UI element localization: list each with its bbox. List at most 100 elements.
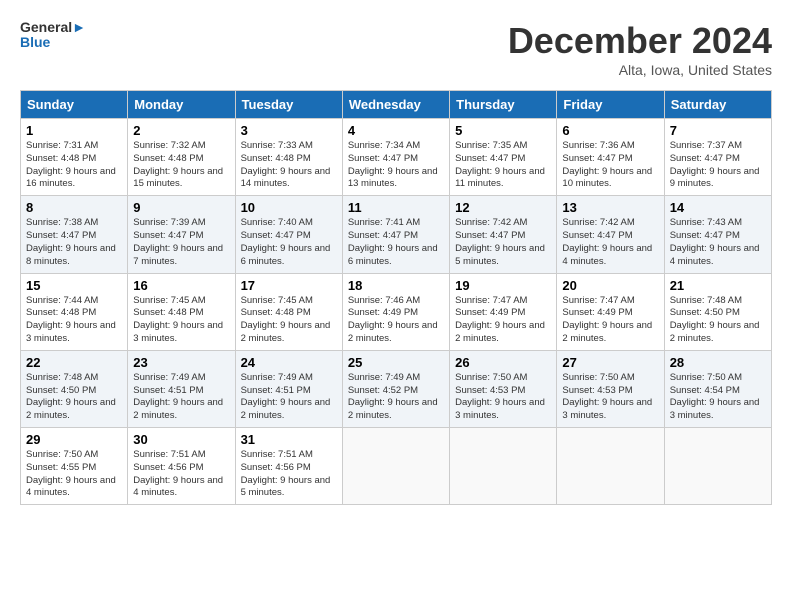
day-info: Sunrise: 7:49 AM Sunset: 4:51 PM Dayligh… — [133, 372, 229, 423]
table-row: 26 Sunrise: 7:50 AM Sunset: 4:53 PM Dayl… — [450, 350, 557, 427]
table-row: 3 Sunrise: 7:33 AM Sunset: 4:48 PM Dayli… — [235, 119, 342, 196]
table-row: 31 Sunrise: 7:51 AM Sunset: 4:56 PM Dayl… — [235, 428, 342, 505]
table-row: 21 Sunrise: 7:48 AM Sunset: 4:50 PM Dayl… — [664, 273, 771, 350]
calendar-table: Sunday Monday Tuesday Wednesday Thursday… — [20, 90, 772, 505]
table-row: 15 Sunrise: 7:44 AM Sunset: 4:48 PM Dayl… — [21, 273, 128, 350]
table-row: 11 Sunrise: 7:41 AM Sunset: 4:47 PM Dayl… — [342, 196, 449, 273]
table-row: 27 Sunrise: 7:50 AM Sunset: 4:53 PM Dayl… — [557, 350, 664, 427]
col-sunday: Sunday — [21, 91, 128, 119]
day-number: 22 — [26, 355, 122, 370]
day-number: 24 — [241, 355, 337, 370]
logo: General► Blue — [20, 20, 86, 51]
day-number: 1 — [26, 123, 122, 138]
day-number: 13 — [562, 200, 658, 215]
table-row — [342, 428, 449, 505]
day-info: Sunrise: 7:42 AM Sunset: 4:47 PM Dayligh… — [562, 217, 658, 268]
day-number: 7 — [670, 123, 766, 138]
day-number: 23 — [133, 355, 229, 370]
day-info: Sunrise: 7:51 AM Sunset: 4:56 PM Dayligh… — [241, 449, 337, 500]
table-row: 14 Sunrise: 7:43 AM Sunset: 4:47 PM Dayl… — [664, 196, 771, 273]
table-row: 19 Sunrise: 7:47 AM Sunset: 4:49 PM Dayl… — [450, 273, 557, 350]
day-number: 28 — [670, 355, 766, 370]
table-row: 1 Sunrise: 7:31 AM Sunset: 4:48 PM Dayli… — [21, 119, 128, 196]
day-info: Sunrise: 7:50 AM Sunset: 4:53 PM Dayligh… — [455, 372, 551, 423]
day-info: Sunrise: 7:45 AM Sunset: 4:48 PM Dayligh… — [133, 295, 229, 346]
col-tuesday: Tuesday — [235, 91, 342, 119]
table-row: 29 Sunrise: 7:50 AM Sunset: 4:55 PM Dayl… — [21, 428, 128, 505]
calendar-row: 15 Sunrise: 7:44 AM Sunset: 4:48 PM Dayl… — [21, 273, 772, 350]
table-row: 23 Sunrise: 7:49 AM Sunset: 4:51 PM Dayl… — [128, 350, 235, 427]
col-saturday: Saturday — [664, 91, 771, 119]
table-row: 18 Sunrise: 7:46 AM Sunset: 4:49 PM Dayl… — [342, 273, 449, 350]
day-info: Sunrise: 7:50 AM Sunset: 4:53 PM Dayligh… — [562, 372, 658, 423]
day-info: Sunrise: 7:35 AM Sunset: 4:47 PM Dayligh… — [455, 140, 551, 191]
header-row: Sunday Monday Tuesday Wednesday Thursday… — [21, 91, 772, 119]
table-row — [664, 428, 771, 505]
table-row: 5 Sunrise: 7:35 AM Sunset: 4:47 PM Dayli… — [450, 119, 557, 196]
table-row: 10 Sunrise: 7:40 AM Sunset: 4:47 PM Dayl… — [235, 196, 342, 273]
day-number: 12 — [455, 200, 551, 215]
calendar-subtitle: Alta, Iowa, United States — [508, 62, 772, 78]
day-number: 9 — [133, 200, 229, 215]
day-info: Sunrise: 7:50 AM Sunset: 4:55 PM Dayligh… — [26, 449, 122, 500]
day-number: 17 — [241, 278, 337, 293]
calendar-row: 22 Sunrise: 7:48 AM Sunset: 4:50 PM Dayl… — [21, 350, 772, 427]
day-number: 21 — [670, 278, 766, 293]
day-info: Sunrise: 7:49 AM Sunset: 4:52 PM Dayligh… — [348, 372, 444, 423]
day-info: Sunrise: 7:50 AM Sunset: 4:54 PM Dayligh… — [670, 372, 766, 423]
table-row: 28 Sunrise: 7:50 AM Sunset: 4:54 PM Dayl… — [664, 350, 771, 427]
day-info: Sunrise: 7:33 AM Sunset: 4:48 PM Dayligh… — [241, 140, 337, 191]
day-info: Sunrise: 7:39 AM Sunset: 4:47 PM Dayligh… — [133, 217, 229, 268]
day-number: 11 — [348, 200, 444, 215]
table-row: 17 Sunrise: 7:45 AM Sunset: 4:48 PM Dayl… — [235, 273, 342, 350]
day-info: Sunrise: 7:37 AM Sunset: 4:47 PM Dayligh… — [670, 140, 766, 191]
day-number: 15 — [26, 278, 122, 293]
col-friday: Friday — [557, 91, 664, 119]
day-info: Sunrise: 7:43 AM Sunset: 4:47 PM Dayligh… — [670, 217, 766, 268]
calendar-title: December 2024 — [508, 20, 772, 62]
table-row: 9 Sunrise: 7:39 AM Sunset: 4:47 PM Dayli… — [128, 196, 235, 273]
day-info: Sunrise: 7:47 AM Sunset: 4:49 PM Dayligh… — [455, 295, 551, 346]
col-thursday: Thursday — [450, 91, 557, 119]
table-row: 30 Sunrise: 7:51 AM Sunset: 4:56 PM Dayl… — [128, 428, 235, 505]
table-row: 8 Sunrise: 7:38 AM Sunset: 4:47 PM Dayli… — [21, 196, 128, 273]
day-number: 18 — [348, 278, 444, 293]
day-number: 3 — [241, 123, 337, 138]
day-info: Sunrise: 7:42 AM Sunset: 4:47 PM Dayligh… — [455, 217, 551, 268]
table-row — [450, 428, 557, 505]
day-number: 2 — [133, 123, 229, 138]
table-row: 6 Sunrise: 7:36 AM Sunset: 4:47 PM Dayli… — [557, 119, 664, 196]
day-number: 4 — [348, 123, 444, 138]
day-info: Sunrise: 7:41 AM Sunset: 4:47 PM Dayligh… — [348, 217, 444, 268]
day-number: 31 — [241, 432, 337, 447]
day-number: 30 — [133, 432, 229, 447]
calendar-row: 1 Sunrise: 7:31 AM Sunset: 4:48 PM Dayli… — [21, 119, 772, 196]
calendar-row: 29 Sunrise: 7:50 AM Sunset: 4:55 PM Dayl… — [21, 428, 772, 505]
calendar-body: 1 Sunrise: 7:31 AM Sunset: 4:48 PM Dayli… — [21, 119, 772, 505]
day-info: Sunrise: 7:51 AM Sunset: 4:56 PM Dayligh… — [133, 449, 229, 500]
col-wednesday: Wednesday — [342, 91, 449, 119]
table-row: 4 Sunrise: 7:34 AM Sunset: 4:47 PM Dayli… — [342, 119, 449, 196]
calendar-row: 8 Sunrise: 7:38 AM Sunset: 4:47 PM Dayli… — [21, 196, 772, 273]
table-row: 22 Sunrise: 7:48 AM Sunset: 4:50 PM Dayl… — [21, 350, 128, 427]
day-number: 20 — [562, 278, 658, 293]
title-area: December 2024 Alta, Iowa, United States — [508, 20, 772, 78]
table-row: 12 Sunrise: 7:42 AM Sunset: 4:47 PM Dayl… — [450, 196, 557, 273]
header: General► Blue December 2024 Alta, Iowa, … — [20, 20, 772, 78]
day-number: 29 — [26, 432, 122, 447]
day-number: 26 — [455, 355, 551, 370]
day-info: Sunrise: 7:49 AM Sunset: 4:51 PM Dayligh… — [241, 372, 337, 423]
table-row: 7 Sunrise: 7:37 AM Sunset: 4:47 PM Dayli… — [664, 119, 771, 196]
day-number: 16 — [133, 278, 229, 293]
day-number: 6 — [562, 123, 658, 138]
day-number: 5 — [455, 123, 551, 138]
table-row: 25 Sunrise: 7:49 AM Sunset: 4:52 PM Dayl… — [342, 350, 449, 427]
day-number: 8 — [26, 200, 122, 215]
day-number: 14 — [670, 200, 766, 215]
day-info: Sunrise: 7:32 AM Sunset: 4:48 PM Dayligh… — [133, 140, 229, 191]
day-info: Sunrise: 7:44 AM Sunset: 4:48 PM Dayligh… — [26, 295, 122, 346]
day-info: Sunrise: 7:38 AM Sunset: 4:47 PM Dayligh… — [26, 217, 122, 268]
day-info: Sunrise: 7:34 AM Sunset: 4:47 PM Dayligh… — [348, 140, 444, 191]
day-info: Sunrise: 7:40 AM Sunset: 4:47 PM Dayligh… — [241, 217, 337, 268]
day-number: 25 — [348, 355, 444, 370]
